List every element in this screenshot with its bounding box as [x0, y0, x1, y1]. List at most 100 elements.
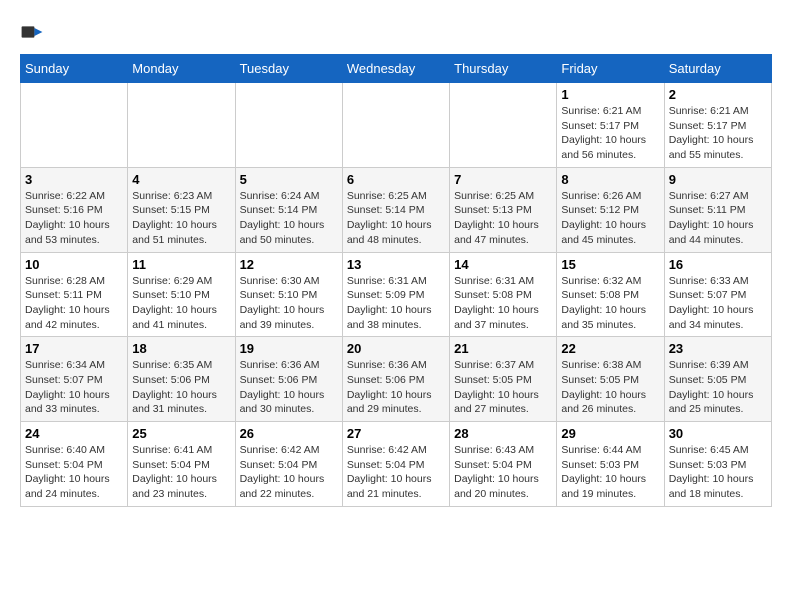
day-info: Sunrise: 6:44 AM Sunset: 5:03 PM Dayligh…	[561, 443, 659, 502]
day-info: Sunrise: 6:40 AM Sunset: 5:04 PM Dayligh…	[25, 443, 123, 502]
day-number: 24	[25, 426, 123, 441]
day-number: 19	[240, 341, 338, 356]
day-number: 14	[454, 257, 552, 272]
day-info: Sunrise: 6:43 AM Sunset: 5:04 PM Dayligh…	[454, 443, 552, 502]
day-info: Sunrise: 6:24 AM Sunset: 5:14 PM Dayligh…	[240, 189, 338, 248]
day-number: 3	[25, 172, 123, 187]
weekday-header-friday: Friday	[557, 55, 664, 83]
day-info: Sunrise: 6:36 AM Sunset: 5:06 PM Dayligh…	[347, 358, 445, 417]
calendar-cell: 26Sunrise: 6:42 AM Sunset: 5:04 PM Dayli…	[235, 422, 342, 507]
calendar-cell: 15 Sunrise: 6:32 AM Sunset: 5:08 PM Dayli…	[557, 252, 664, 337]
calendar-week-row: 24 Sunrise: 6:40 AM Sunset: 5:04 PM Dayli…	[21, 422, 772, 507]
calendar-cell: 3 Sunrise: 6:22 AM Sunset: 5:16 PM Daylig…	[21, 167, 128, 252]
day-info: Sunrise: 6:25 AM Sunset: 5:14 PM Dayligh…	[347, 189, 445, 248]
calendar-cell: 17 Sunrise: 6:34 AM Sunset: 5:07 PM Dayli…	[21, 337, 128, 422]
day-number: 28	[454, 426, 552, 441]
day-info: Sunrise: 6:30 AM Sunset: 5:10 PM Dayligh…	[240, 274, 338, 333]
calendar-week-row: 3 Sunrise: 6:22 AM Sunset: 5:16 PM Daylig…	[21, 167, 772, 252]
day-number: 5	[240, 172, 338, 187]
logo-icon	[20, 20, 44, 44]
day-info: Sunrise: 6:38 AM Sunset: 5:05 PM Dayligh…	[561, 358, 659, 417]
calendar-cell: 25 Sunrise: 6:41 AM Sunset: 5:04 PM Dayli…	[128, 422, 235, 507]
day-info: Sunrise: 6:21 AM Sunset: 5:17 PM Dayligh…	[669, 104, 767, 163]
calendar-cell: 7 Sunrise: 6:25 AM Sunset: 5:13 PM Daylig…	[450, 167, 557, 252]
day-number: 30	[669, 426, 767, 441]
day-info: Sunrise: 6:21 AM Sunset: 5:17 PM Dayligh…	[561, 104, 659, 163]
day-number: 23	[669, 341, 767, 356]
calendar-cell	[342, 83, 449, 168]
calendar-cell: 16Sunrise: 6:33 AM Sunset: 5:07 PM Dayli…	[664, 252, 771, 337]
day-number: 15	[561, 257, 659, 272]
day-info: Sunrise: 6:39 AM Sunset: 5:05 PM Dayligh…	[669, 358, 767, 417]
day-number: 7	[454, 172, 552, 187]
calendar-week-row: 10Sunrise: 6:28 AM Sunset: 5:11 PM Dayli…	[21, 252, 772, 337]
day-number: 9	[669, 172, 767, 187]
calendar-week-row: 17 Sunrise: 6:34 AM Sunset: 5:07 PM Dayli…	[21, 337, 772, 422]
calendar-cell: 14Sunrise: 6:31 AM Sunset: 5:08 PM Dayli…	[450, 252, 557, 337]
day-number: 8	[561, 172, 659, 187]
day-info: Sunrise: 6:22 AM Sunset: 5:16 PM Dayligh…	[25, 189, 123, 248]
calendar-cell: 2 Sunrise: 6:21 AM Sunset: 5:17 PM Daylig…	[664, 83, 771, 168]
calendar-cell: 1 Sunrise: 6:21 AM Sunset: 5:17 PM Daylig…	[557, 83, 664, 168]
calendar-cell: 13Sunrise: 6:31 AM Sunset: 5:09 PM Dayli…	[342, 252, 449, 337]
calendar-cell: 9 Sunrise: 6:27 AM Sunset: 5:11 PM Daylig…	[664, 167, 771, 252]
weekday-header-sunday: Sunday	[21, 55, 128, 83]
weekday-header-wednesday: Wednesday	[342, 55, 449, 83]
day-number: 16	[669, 257, 767, 272]
calendar-cell: 8 Sunrise: 6:26 AM Sunset: 5:12 PM Daylig…	[557, 167, 664, 252]
day-number: 6	[347, 172, 445, 187]
calendar-cell: 12Sunrise: 6:30 AM Sunset: 5:10 PM Dayli…	[235, 252, 342, 337]
calendar-cell: 30 Sunrise: 6:45 AM Sunset: 5:03 PM Dayli…	[664, 422, 771, 507]
day-number: 20	[347, 341, 445, 356]
day-info: Sunrise: 6:26 AM Sunset: 5:12 PM Dayligh…	[561, 189, 659, 248]
day-number: 1	[561, 87, 659, 102]
day-number: 21	[454, 341, 552, 356]
day-info: Sunrise: 6:45 AM Sunset: 5:03 PM Dayligh…	[669, 443, 767, 502]
calendar-cell: 4 Sunrise: 6:23 AM Sunset: 5:15 PM Daylig…	[128, 167, 235, 252]
day-number: 26	[240, 426, 338, 441]
calendar-cell: 22 Sunrise: 6:38 AM Sunset: 5:05 PM Dayli…	[557, 337, 664, 422]
day-number: 17	[25, 341, 123, 356]
logo	[20, 20, 48, 44]
calendar-cell: 24 Sunrise: 6:40 AM Sunset: 5:04 PM Dayli…	[21, 422, 128, 507]
calendar-cell: 27Sunrise: 6:42 AM Sunset: 5:04 PM Dayli…	[342, 422, 449, 507]
weekday-header-row: SundayMondayTuesdayWednesdayThursdayFrid…	[21, 55, 772, 83]
day-info: Sunrise: 6:35 AM Sunset: 5:06 PM Dayligh…	[132, 358, 230, 417]
day-info: Sunrise: 6:36 AM Sunset: 5:06 PM Dayligh…	[240, 358, 338, 417]
calendar-cell	[128, 83, 235, 168]
day-info: Sunrise: 6:28 AM Sunset: 5:11 PM Dayligh…	[25, 274, 123, 333]
calendar-cell: 11Sunrise: 6:29 AM Sunset: 5:10 PM Dayli…	[128, 252, 235, 337]
day-info: Sunrise: 6:34 AM Sunset: 5:07 PM Dayligh…	[25, 358, 123, 417]
day-info: Sunrise: 6:27 AM Sunset: 5:11 PM Dayligh…	[669, 189, 767, 248]
day-info: Sunrise: 6:32 AM Sunset: 5:08 PM Dayligh…	[561, 274, 659, 333]
calendar-week-row: 1 Sunrise: 6:21 AM Sunset: 5:17 PM Daylig…	[21, 83, 772, 168]
page-header	[20, 20, 772, 44]
weekday-header-monday: Monday	[128, 55, 235, 83]
calendar-cell: 20 Sunrise: 6:36 AM Sunset: 5:06 PM Dayli…	[342, 337, 449, 422]
calendar-cell	[450, 83, 557, 168]
calendar-cell: 6 Sunrise: 6:25 AM Sunset: 5:14 PM Daylig…	[342, 167, 449, 252]
calendar-cell: 5 Sunrise: 6:24 AM Sunset: 5:14 PM Daylig…	[235, 167, 342, 252]
day-number: 13	[347, 257, 445, 272]
day-number: 2	[669, 87, 767, 102]
calendar-cell: 18Sunrise: 6:35 AM Sunset: 5:06 PM Dayli…	[128, 337, 235, 422]
day-number: 22	[561, 341, 659, 356]
day-number: 27	[347, 426, 445, 441]
weekday-header-tuesday: Tuesday	[235, 55, 342, 83]
calendar-cell	[235, 83, 342, 168]
day-number: 29	[561, 426, 659, 441]
calendar-cell: 19 Sunrise: 6:36 AM Sunset: 5:06 PM Dayli…	[235, 337, 342, 422]
day-info: Sunrise: 6:41 AM Sunset: 5:04 PM Dayligh…	[132, 443, 230, 502]
calendar-cell: 28 Sunrise: 6:43 AM Sunset: 5:04 PM Dayli…	[450, 422, 557, 507]
day-info: Sunrise: 6:23 AM Sunset: 5:15 PM Dayligh…	[132, 189, 230, 248]
day-info: Sunrise: 6:29 AM Sunset: 5:10 PM Dayligh…	[132, 274, 230, 333]
calendar-cell: 21 Sunrise: 6:37 AM Sunset: 5:05 PM Dayli…	[450, 337, 557, 422]
calendar-cell	[21, 83, 128, 168]
day-info: Sunrise: 6:37 AM Sunset: 5:05 PM Dayligh…	[454, 358, 552, 417]
weekday-header-thursday: Thursday	[450, 55, 557, 83]
day-info: Sunrise: 6:25 AM Sunset: 5:13 PM Dayligh…	[454, 189, 552, 248]
day-number: 4	[132, 172, 230, 187]
day-number: 25	[132, 426, 230, 441]
calendar-cell: 29 Sunrise: 6:44 AM Sunset: 5:03 PM Dayli…	[557, 422, 664, 507]
calendar-cell: 10Sunrise: 6:28 AM Sunset: 5:11 PM Dayli…	[21, 252, 128, 337]
